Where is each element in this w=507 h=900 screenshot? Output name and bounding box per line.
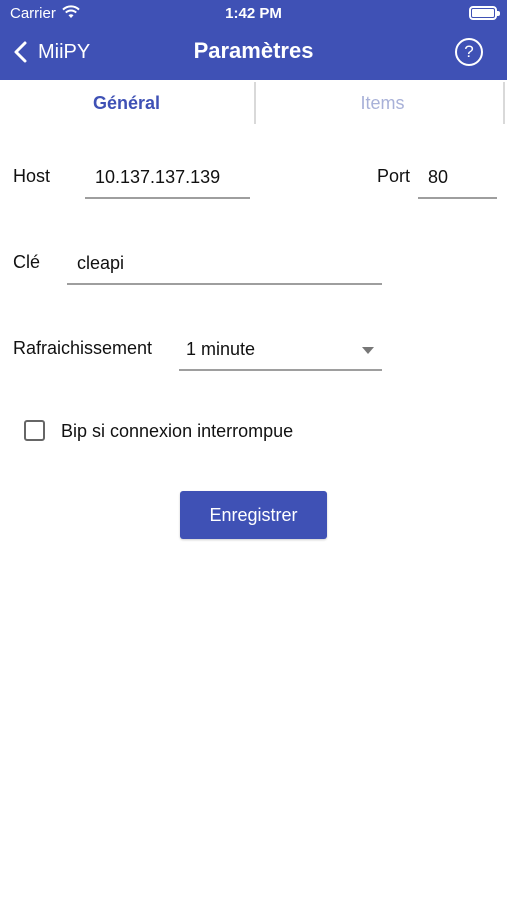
port-label: Port [377,166,411,186]
app-header: Carrier 1:42 PM MiiPY Paramètres ? [0,0,507,80]
host-field[interactable]: 10.137.137.139 [85,157,250,199]
save-button[interactable]: Enregistrer [180,491,327,539]
tab-divider-right [503,82,505,124]
port-field[interactable]: 80 [418,157,497,199]
beep-checkbox[interactable] [24,420,45,441]
key-label: Clé [13,252,41,272]
beep-label: Bip si connexion interrompue [61,421,294,441]
status-time: 1:42 PM [225,5,282,22]
host-label: Host [13,166,51,186]
page-title: Paramètres [193,38,314,63]
dropdown-arrow-icon [362,347,374,354]
refresh-select-value: 1 minute [186,339,256,359]
refresh-label: Rafraichissement [13,338,153,358]
status-bar: Carrier 1:42 PM [0,0,507,28]
key-field[interactable]: cleapi [67,243,382,285]
tab-items[interactable]: Items [256,80,507,126]
tab-general[interactable]: Général [0,80,253,126]
tab-bar: Général Items [0,80,507,126]
battery-icon [469,6,500,20]
help-icon[interactable]: ? [455,38,483,66]
refresh-select[interactable]: 1 minute [179,329,382,371]
